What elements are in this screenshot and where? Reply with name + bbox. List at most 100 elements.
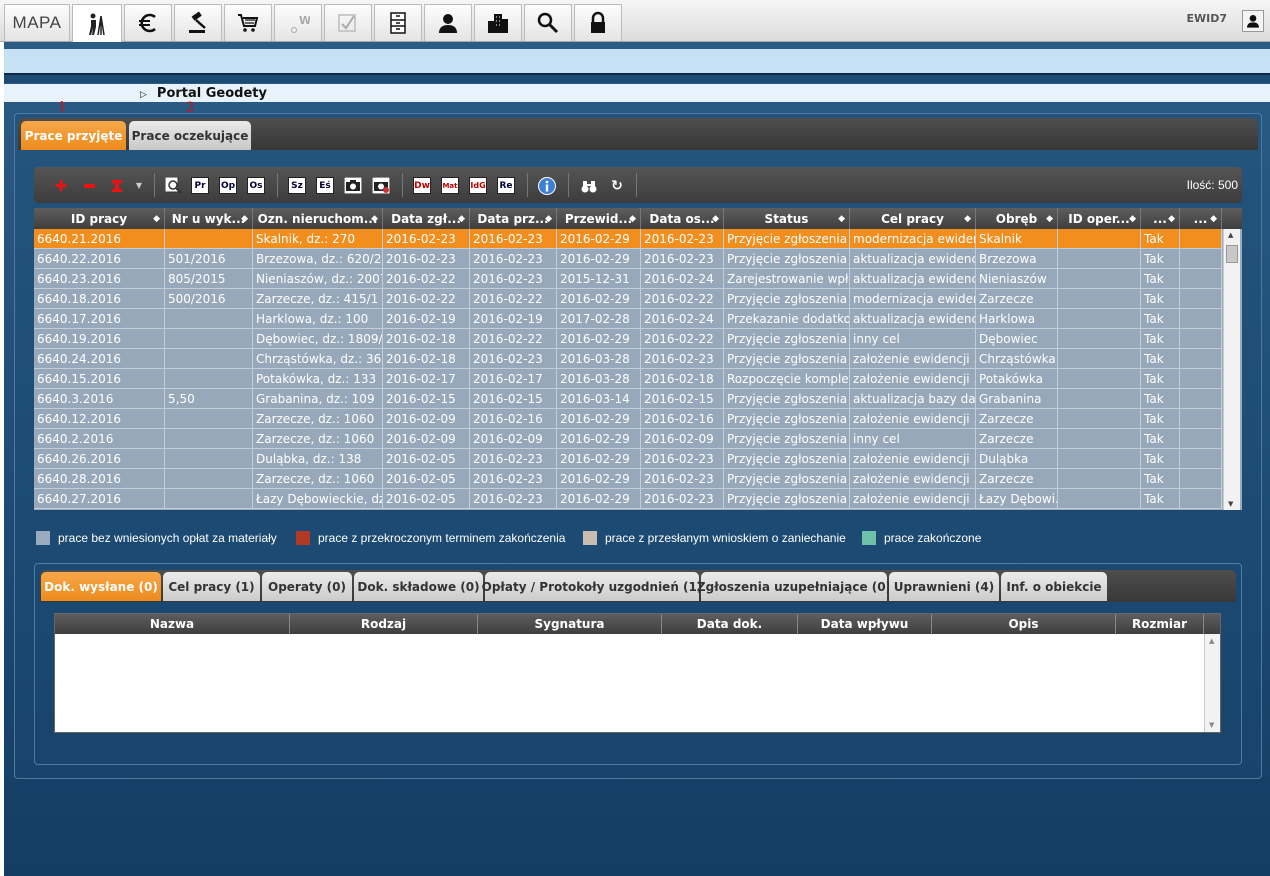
decisions-button[interactable]	[174, 4, 222, 41]
table-row[interactable]: 6640.28.2016 Zarzecze, dz.: 1060 2016-02-0…	[34, 469, 1222, 489]
scroll-up-arrow-icon[interactable]: ▲	[1228, 231, 1233, 239]
column-header[interactable]: Rozmiar	[1116, 614, 1204, 634]
column-header[interactable]: Data dok.	[662, 614, 798, 634]
tab-supplementary[interactable]: Zgłoszenia uzupełniające (0)	[697, 572, 891, 601]
user-avatar-button[interactable]	[1242, 10, 1264, 32]
column-header[interactable]: Rodzaj	[290, 614, 478, 634]
multi-edit-icon[interactable]	[108, 177, 126, 194]
fees-button[interactable]	[124, 4, 172, 41]
table-row[interactable]: 6640.18.2016 500/2016 Zarzecze, dz.: 415/1…	[34, 289, 1222, 309]
cart-button[interactable]	[224, 4, 272, 41]
sort-icon[interactable]: ◆	[838, 214, 845, 224]
sort-icon[interactable]: ◆	[1168, 214, 1175, 224]
table-row[interactable]: 6640.27.2016Łazy Dębowieckie, dz....2016…	[34, 489, 1222, 509]
scroll-down-arrow-icon[interactable]: ▼	[1209, 721, 1214, 729]
buildings-button[interactable]	[474, 4, 522, 41]
table-row[interactable]: 6640.23.2016 805/2015 Nieniaszów, dz.: 200…	[34, 269, 1222, 289]
scroll-up-arrow-icon[interactable]: ▲	[1209, 637, 1214, 645]
sort-icon[interactable]: ◆	[1129, 214, 1136, 224]
map-button[interactable]: MAPA	[4, 4, 70, 41]
re-button[interactable]: Re	[497, 177, 515, 194]
column-header[interactable]: Status ◆	[724, 208, 850, 229]
column-header[interactable]: Sygnatura	[478, 614, 662, 634]
column-header[interactable]: Opis	[932, 614, 1116, 634]
column-header[interactable]: ID pracy ◆	[34, 208, 165, 229]
table-row[interactable]: 6640.3.2016 5,50 Grabanina, dz.: 109 2016-0…	[34, 389, 1222, 409]
camera-settings-icon[interactable]	[372, 177, 390, 194]
table-cell: 2016-02-29	[557, 469, 641, 489]
column-header[interactable]: Data zgł... ◆	[383, 208, 470, 229]
tab-operats[interactable]: Operaty (0)	[262, 572, 352, 601]
lock-button[interactable]	[574, 4, 622, 41]
tab-component-docs[interactable]: Dok. składowe (0)	[354, 572, 483, 601]
cabinet-button[interactable]	[374, 4, 422, 41]
sort-icon[interactable]: ◆	[458, 214, 465, 224]
documents-grid-scrollbar[interactable]: ▲ ▼	[1204, 634, 1220, 732]
sz-button[interactable]: Sz	[288, 177, 306, 194]
column-header[interactable]: Nr u wyk... ◆	[165, 208, 253, 229]
tab-authorized[interactable]: Uprawnieni (4)	[889, 572, 999, 601]
add-icon[interactable]: ✚	[52, 177, 70, 195]
scroll-thumb[interactable]	[1226, 245, 1238, 263]
surveyor-button[interactable]	[72, 4, 122, 42]
table-row[interactable]: 6640.24.2016Chrząstówka, dz.: 360/12016-…	[34, 349, 1222, 369]
tab-accepted-works[interactable]: Prace przyjęte	[21, 121, 126, 150]
table-row[interactable]: 6640.22.2016 501/2016 Brzezowa, dz.: 620/2…	[34, 249, 1222, 269]
sort-icon[interactable]: ◆	[241, 214, 248, 224]
column-header[interactable]: Data wpływu	[798, 614, 932, 634]
w-button[interactable]: W	[274, 4, 322, 41]
person-button[interactable]	[424, 4, 472, 41]
table-row[interactable]: 6640.2.2016 Zarzecze, dz.: 1060 2016-02-09…	[34, 429, 1222, 449]
dw-button[interactable]: Dw	[413, 177, 431, 194]
pr-button[interactable]: Pr	[191, 177, 209, 194]
table-cell: 2016-02-09	[641, 429, 724, 449]
camera-icon[interactable]	[344, 177, 362, 194]
table-row[interactable]: 6640.17.2016 Harklowa, dz.: 100 2016-02-19…	[34, 309, 1222, 329]
column-header[interactable]: Cel pracy ◆	[850, 208, 976, 229]
mat-button[interactable]: Mat	[441, 177, 459, 194]
sort-icon[interactable]: ◆	[545, 214, 552, 224]
refresh-icon[interactable]: ↻	[608, 177, 626, 194]
preview-icon[interactable]	[164, 177, 182, 194]
search-button[interactable]	[524, 4, 572, 41]
tab-pending-works[interactable]: Prace oczekujące	[129, 121, 251, 150]
column-header[interactable]: Data prz... ◆	[470, 208, 557, 229]
sort-icon[interactable]: ◆	[964, 214, 971, 224]
dropdown-arrow-icon[interactable]: ▼	[130, 177, 148, 194]
table-row[interactable]: 6640.26.2016 Duląbka, dz.: 138 2016-02-05 2…	[34, 449, 1222, 469]
os-button[interactable]: Os	[247, 177, 265, 194]
sort-icon[interactable]: ◆	[629, 214, 636, 224]
column-header[interactable]: ... ◆	[1141, 208, 1180, 229]
column-header[interactable]: Obręb ◆	[976, 208, 1058, 229]
column-header[interactable]: Data os... ◆	[641, 208, 724, 229]
es-button[interactable]: Eś	[316, 177, 334, 194]
op-button[interactable]: Op	[219, 177, 237, 194]
table-row[interactable]: 6640.21.2016 Skalnik, dz.: 270 2016-02-23 2…	[34, 229, 1222, 249]
portal-title[interactable]: ▷ Portal Geodety	[140, 86, 267, 101]
binoculars-icon[interactable]	[580, 177, 598, 194]
column-header[interactable]: Przewid... ◆	[557, 208, 641, 229]
works-grid-scrollbar[interactable]: ▲ ▼	[1223, 229, 1240, 510]
column-header[interactable]: Ozn. nieruchom... ◆	[253, 208, 383, 229]
remove-icon[interactable]	[80, 177, 98, 194]
tab-object-info[interactable]: Inf. o obiekcie	[1001, 572, 1107, 601]
info-icon[interactable]	[538, 176, 556, 195]
sort-icon[interactable]: ◆	[371, 214, 378, 224]
scroll-down-arrow-icon[interactable]: ▼	[1228, 500, 1233, 508]
sort-icon[interactable]: ◆	[1210, 214, 1217, 224]
expand-triangle-icon[interactable]: ▷	[140, 90, 147, 100]
idg-button[interactable]: IdG	[469, 177, 487, 194]
table-row[interactable]: 6640.19.2016 Dębowiec, dz.: 1809/3 2016-02…	[34, 329, 1222, 349]
column-header[interactable]: Nazwa	[55, 614, 290, 634]
tab-work-purpose[interactable]: Cel pracy (1)	[163, 572, 260, 601]
checklist-button[interactable]	[324, 4, 372, 41]
tab-sent-docs[interactable]: Dok. wysłane (0)	[41, 572, 161, 601]
sort-icon[interactable]: ◆	[153, 214, 160, 224]
sort-icon[interactable]: ◆	[1046, 214, 1053, 224]
tab-fees-protocols[interactable]: Opłaty / Protokoły uzgodnień (1)	[482, 572, 702, 601]
column-header[interactable]: ID oper... ◆	[1058, 208, 1141, 229]
column-header[interactable]: ... ◆	[1180, 208, 1222, 229]
table-row[interactable]: 6640.15.2016 Potakówka, dz.: 133 2016-02-1…	[34, 369, 1222, 389]
sort-icon[interactable]: ◆	[712, 214, 719, 224]
table-row[interactable]: 6640.12.2016 Zarzecze, dz.: 1060 2016-02-0…	[34, 409, 1222, 429]
